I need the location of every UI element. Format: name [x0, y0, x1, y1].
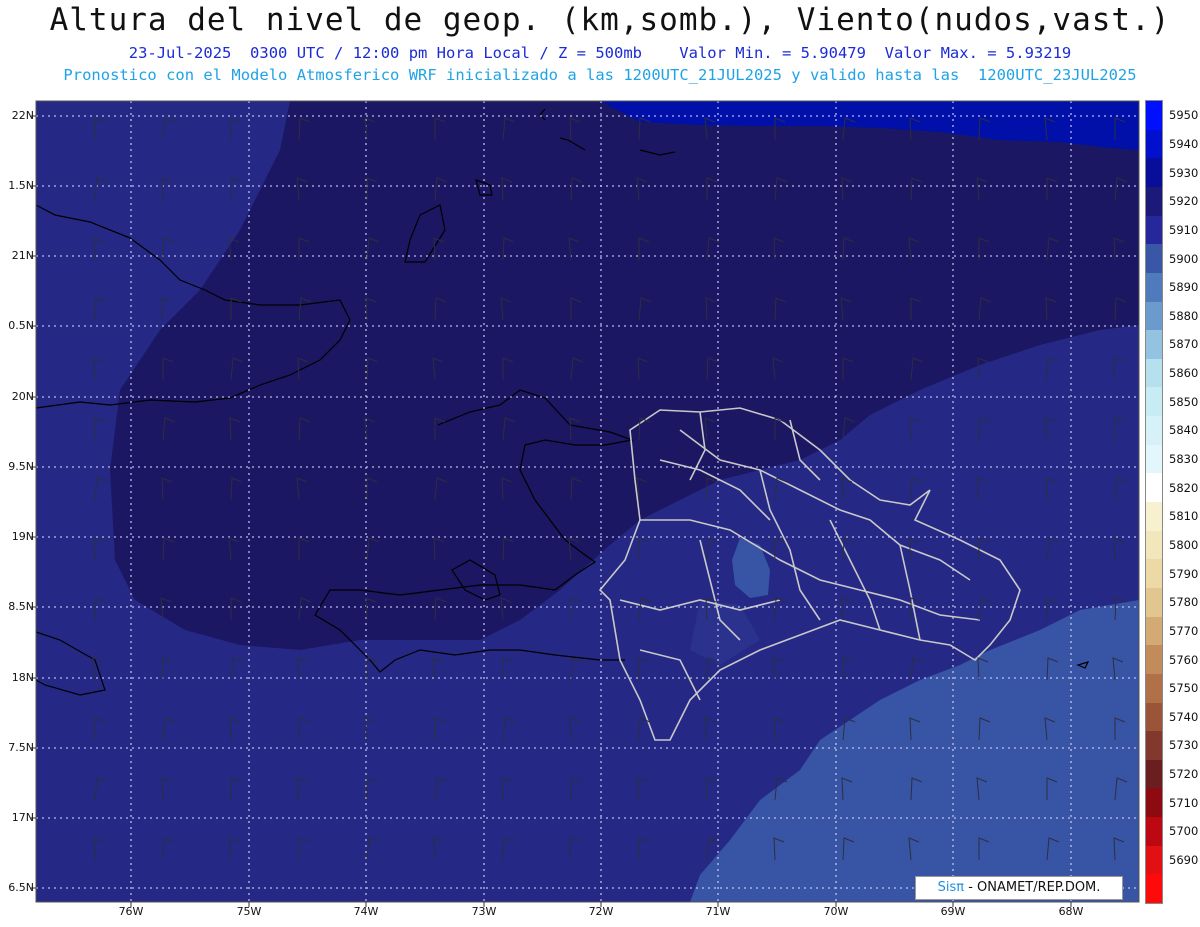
colorbar-segment — [1146, 702, 1162, 732]
colorbar-label: 5940 — [1169, 136, 1199, 151]
lat-label: 19N — [11, 530, 34, 543]
colorbar-label: 5820 — [1169, 480, 1199, 495]
lon-label: 69W — [940, 905, 966, 918]
colorbar-segment — [1146, 101, 1162, 131]
colorbar-label: 5710 — [1169, 795, 1199, 810]
colorbar — [1145, 100, 1163, 904]
colorbar-label: 5900 — [1169, 251, 1199, 266]
colorbar-label: 5950 — [1169, 108, 1199, 123]
lat-label: 8.5N — [8, 600, 34, 613]
lat-label: 18N — [11, 671, 34, 684]
colorbar-label: 5850 — [1169, 394, 1199, 409]
credit-text: - ONAMET/REP.DOM. — [964, 880, 1101, 895]
colorbar-segment — [1146, 244, 1162, 274]
colorbar-segment — [1146, 530, 1162, 560]
colorbar-label: 5880 — [1169, 308, 1199, 323]
colorbar-segment — [1146, 330, 1162, 360]
colorbar-label: 5700 — [1169, 824, 1199, 839]
lat-label: 21N — [11, 249, 34, 262]
colorbar-segment — [1146, 301, 1162, 331]
lon-label: 71W — [705, 905, 731, 918]
lat-label: 20N — [11, 390, 34, 403]
colorbar-segment — [1146, 358, 1162, 388]
sispi-logo: Sisπ — [937, 880, 965, 895]
lon-label: 72W — [588, 905, 614, 918]
colorbar-segment — [1146, 673, 1162, 703]
lat-label: 0.5N — [8, 319, 34, 332]
lon-label: 76W — [118, 905, 144, 918]
colorbar-segment — [1146, 874, 1162, 904]
colorbar-segment — [1146, 215, 1162, 245]
colorbar-segment — [1146, 473, 1162, 503]
lat-label: 9.5N — [8, 460, 34, 473]
colorbar-segment — [1146, 444, 1162, 474]
lon-label: 68W — [1058, 905, 1084, 918]
colorbar-label: 5920 — [1169, 194, 1199, 209]
colorbar-segment — [1146, 129, 1162, 159]
colorbar-label: 5840 — [1169, 423, 1199, 438]
colorbar-label: 5910 — [1169, 222, 1199, 237]
colorbar-segment — [1146, 387, 1162, 417]
lat-label: 17N — [11, 811, 34, 824]
colorbar-label: 5750 — [1169, 681, 1199, 696]
colorbar-segment — [1146, 272, 1162, 302]
colorbar-segment — [1146, 502, 1162, 532]
colorbar-label: 5740 — [1169, 709, 1199, 724]
colorbar-label: 5930 — [1169, 165, 1199, 180]
colorbar-label: 5860 — [1169, 366, 1199, 381]
lon-label: 73W — [471, 905, 497, 918]
colorbar-segment — [1146, 645, 1162, 675]
credit-box: Sisπ - ONAMET/REP.DOM. — [915, 876, 1123, 900]
colorbar-label: 5690 — [1169, 853, 1199, 868]
lat-label: 7.5N — [8, 741, 34, 754]
colorbar-label: 5810 — [1169, 509, 1199, 524]
colorbar-segment — [1146, 587, 1162, 618]
lat-label: 6.5N — [8, 881, 34, 894]
colorbar-label: 5760 — [1169, 652, 1199, 667]
lon-label: 74W — [353, 905, 379, 918]
colorbar-label: 5790 — [1169, 566, 1199, 581]
colorbar-segment — [1146, 731, 1162, 761]
colorbar-segment — [1146, 845, 1162, 875]
colorbar-segment — [1146, 759, 1162, 789]
colorbar-label: 5830 — [1169, 452, 1199, 467]
colorbar-label: 5720 — [1169, 767, 1199, 782]
colorbar-label: 5780 — [1169, 595, 1199, 610]
colorbar-label: 5890 — [1169, 280, 1199, 295]
colorbar-segment — [1146, 158, 1162, 188]
colorbar-label: 5770 — [1169, 623, 1199, 638]
colorbar-label: 5800 — [1169, 537, 1199, 552]
colorbar-segment — [1146, 559, 1162, 589]
lat-label: 22N — [11, 109, 34, 122]
geopotential-map — [31, 100, 1140, 907]
colorbar-segment — [1146, 186, 1162, 217]
colorbar-segment — [1146, 788, 1162, 818]
colorbar-segment — [1146, 616, 1162, 646]
colorbar-segment — [1146, 817, 1162, 847]
lon-label: 70W — [823, 905, 849, 918]
lon-label: 75W — [236, 905, 262, 918]
colorbar-label: 5870 — [1169, 337, 1199, 352]
lat-label: 1.5N — [8, 179, 34, 192]
colorbar-label: 5730 — [1169, 738, 1199, 753]
colorbar-segment — [1146, 416, 1162, 446]
